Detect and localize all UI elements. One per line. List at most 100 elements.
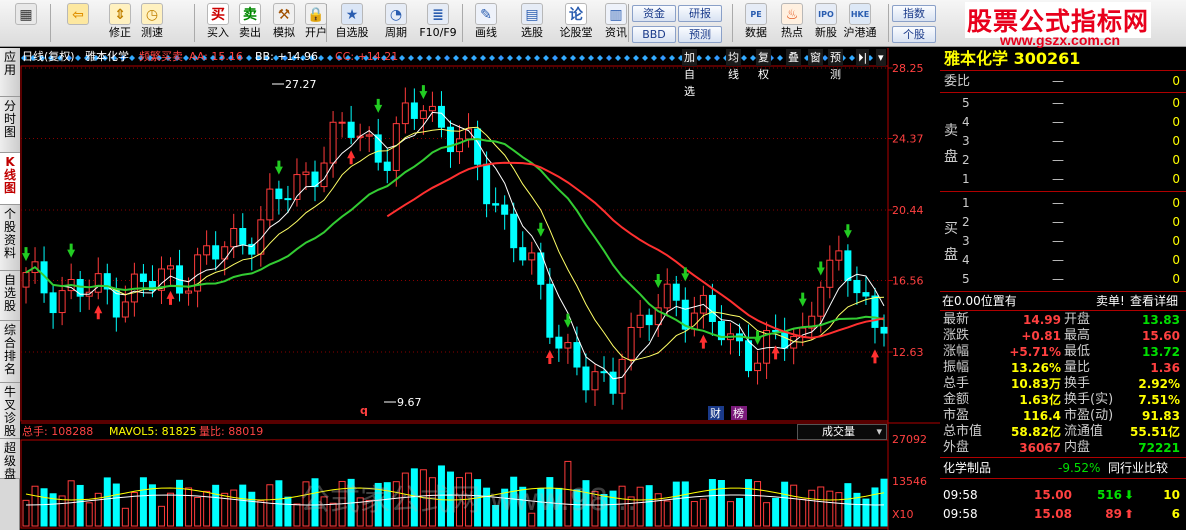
candle-body <box>437 105 445 128</box>
volume-bar <box>284 496 292 527</box>
stat-label: 最低 <box>1064 344 1091 359</box>
price-axis-label: 12.63 <box>892 346 924 359</box>
buy-level-row[interactable]: 1 — 0 <box>940 194 1186 213</box>
view-detail-link[interactable]: 查看详细 <box>1130 292 1178 310</box>
kline-chart-canvas[interactable]: 28.25 24.37 20.44 16.56 12.63 27.27 9.67 q 财榜公式家… <box>0 0 940 530</box>
sell-level-row[interactable]: 5 — 0 <box>940 94 1186 113</box>
volume-bar <box>844 483 852 527</box>
candle-body <box>212 245 220 260</box>
view-button-0[interactable]: 加自选 <box>682 49 697 98</box>
volume-indicator-dropdown[interactable]: 成交量 ▾ <box>797 424 887 440</box>
volume-bar <box>745 479 753 527</box>
candle-body <box>167 265 175 270</box>
stat-value: 13.26% <box>1011 361 1061 375</box>
volume-bar <box>40 488 48 527</box>
view-button-2[interactable]: 复权 <box>756 49 771 81</box>
volume-bar <box>266 484 274 527</box>
industry-name[interactable]: 化学制品 <box>943 459 991 477</box>
buy-level-row[interactable]: 5 — 0 <box>940 270 1186 289</box>
low-price-label: 9.67 <box>397 396 422 409</box>
stock-title: 雅本化学 300261 <box>944 49 1081 68</box>
quote-stat-row: 外盘 36067 内盘 72221 <box>940 440 1186 456</box>
volume-bar <box>121 507 129 527</box>
volume-axis-label: X10 <box>892 508 914 521</box>
volume-axis-label: 13546 <box>892 475 927 488</box>
period-label[interactable]: 日线(复权) <box>22 48 75 66</box>
view-button-3[interactable]: 叠 <box>786 49 801 66</box>
stock-name-label: 雅本化学 <box>85 50 129 63</box>
ranking-badge[interactable]: 榜 <box>733 406 744 420</box>
volume-bar <box>672 481 680 527</box>
volume-bar <box>248 491 256 527</box>
chevron-down-icon[interactable]: ▾ <box>876 49 886 66</box>
sell-signal-arrow <box>816 261 825 276</box>
level-price: — <box>1052 272 1064 286</box>
stat-value: +5.71% <box>1009 345 1061 359</box>
volume-bar <box>176 479 184 527</box>
price-axis-label: 28.25 <box>892 62 924 75</box>
sell-level-row[interactable]: 4 — 0 <box>940 113 1186 132</box>
volume-bar <box>699 498 707 527</box>
view-button-4[interactable]: 窗 <box>808 49 823 66</box>
sell-signal-arrow <box>654 273 663 288</box>
view-button-5[interactable]: 预测 <box>828 49 843 81</box>
buy-level-row[interactable]: 2 — 0 <box>940 213 1186 232</box>
watermark: 公式家公式网 www.98... <box>300 483 637 518</box>
buy-level-row[interactable]: 3 — 0 <box>940 232 1186 251</box>
candle-body <box>663 283 671 309</box>
up-arrow-icon: ⬆ <box>1124 507 1135 521</box>
volume-axis-label: 27092 <box>892 433 927 446</box>
weibi-right-value: 0 <box>1172 74 1180 88</box>
stat-label: 市盈 <box>943 408 970 423</box>
industry-compare-link[interactable]: 同行业比较 <box>1108 459 1168 477</box>
level-volume: 0 <box>1172 134 1180 148</box>
event-marker-q[interactable]: q <box>360 404 368 417</box>
sell-level-row[interactable]: 1 — 0 <box>940 170 1186 189</box>
quote-stat-row: 总市值 58.82亿 流通值 55.51亿 <box>940 424 1186 440</box>
stat-value: 1.63亿 <box>1019 393 1061 407</box>
quote-stat-row: 市盈 116.4 市盈(动) 91.83 <box>940 408 1186 424</box>
view-button-1[interactable]: 均线 <box>726 49 741 81</box>
level-price: — <box>1052 172 1064 186</box>
cc-value: CC: +14.21 <box>335 50 399 63</box>
candlestick-series <box>22 87 888 410</box>
price-axis-label: 24.37 <box>892 133 924 146</box>
finance-badge[interactable]: 财 <box>710 406 721 420</box>
buy-level-row[interactable]: 4 — 0 <box>940 251 1186 270</box>
industry-change: -9.52% <box>1058 461 1101 475</box>
candle-body <box>582 366 590 391</box>
tick-price: 15.08 <box>1034 507 1072 521</box>
candle-body <box>94 273 102 293</box>
price-axis-label: 16.56 <box>892 275 924 288</box>
candle-body <box>600 371 608 374</box>
tick-row: 09:58 15.00 516 ⬇ 10 <box>940 486 1186 504</box>
divider <box>940 92 1186 93</box>
candle-body <box>185 290 193 294</box>
candle-body <box>546 283 554 338</box>
level-price: — <box>1052 134 1064 148</box>
volume-dropdown-label: 成交量 <box>822 425 855 438</box>
industry-row[interactable]: 化学制品 -9.52% 同行业比较 <box>940 459 1186 477</box>
volume-bar <box>112 483 120 527</box>
sell-signal-arrow <box>843 224 852 239</box>
stat-label: 最新 <box>943 312 970 327</box>
sell-level-row[interactable]: 2 — 0 <box>940 151 1186 170</box>
sell-level-row[interactable]: 3 — 0 <box>940 132 1186 151</box>
volume-bar <box>862 498 870 527</box>
candle-body <box>338 121 346 124</box>
level-volume: 0 <box>1172 115 1180 129</box>
candle-body <box>880 326 888 334</box>
quote-stat-row: 最新 14.99 开盘 13.83 <box>940 312 1186 328</box>
candle-body <box>302 171 310 176</box>
level-number: 1 <box>962 196 970 210</box>
candle-body <box>745 340 753 372</box>
expand-icon[interactable]: ⏵| <box>856 49 870 66</box>
stat-label: 市盈(动) <box>1064 408 1114 423</box>
candle-body <box>284 198 292 201</box>
level-price: — <box>1052 115 1064 129</box>
candle-body <box>121 301 129 318</box>
weibi-value: — <box>1052 74 1064 88</box>
indicator-name-label[interactable]: 频繁买卖 <box>139 48 183 66</box>
volume-bar <box>167 492 175 527</box>
brand-url: www.gszx.com.cn <box>1000 32 1121 48</box>
